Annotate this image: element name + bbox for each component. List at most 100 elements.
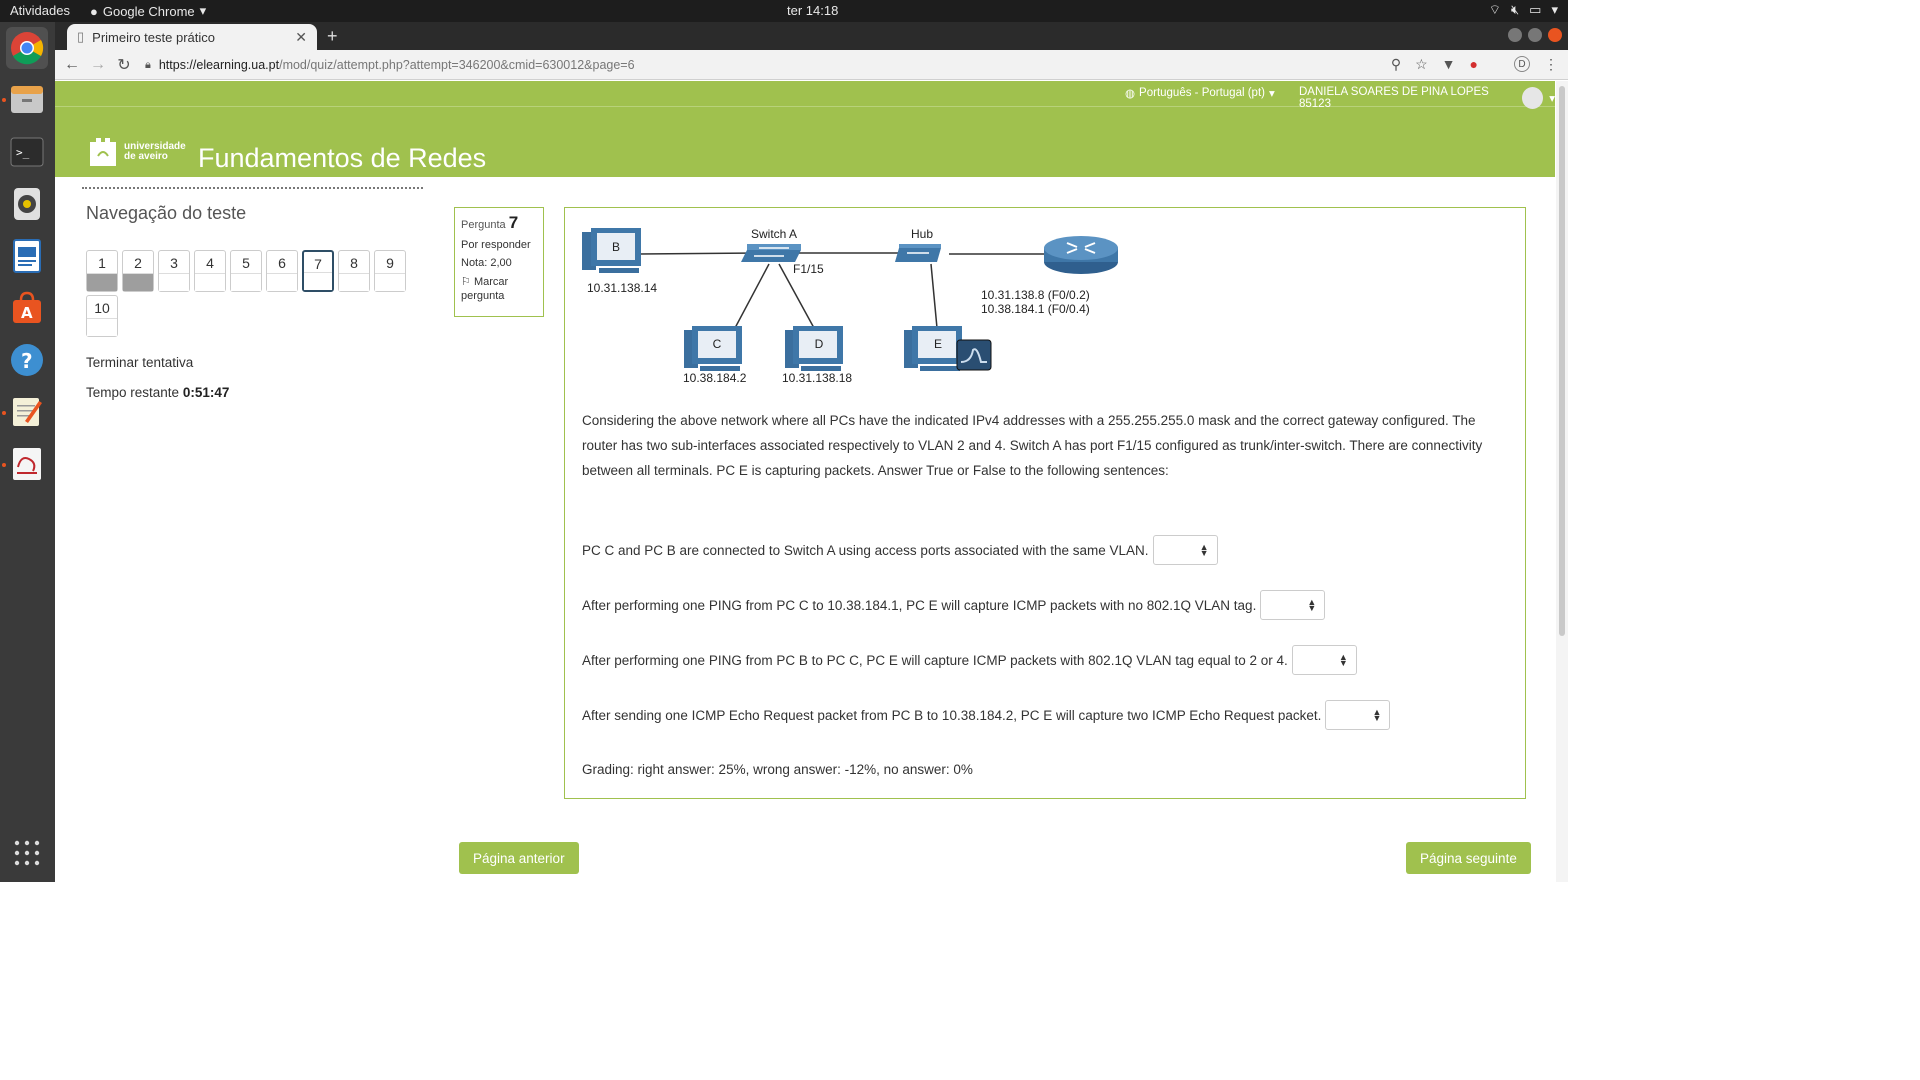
text-editor-icon[interactable] xyxy=(6,391,48,433)
question-button-8[interactable]: 8 xyxy=(338,250,370,292)
question-button-4[interactable]: 4 xyxy=(194,250,226,292)
toolbar-right-icons: ⚲ ☆ ▼ ● D ⋮ xyxy=(1391,56,1558,73)
running-indicator xyxy=(2,411,6,415)
switch-label: Switch A xyxy=(751,227,797,241)
question-button-7[interactable]: 7 xyxy=(302,250,334,292)
page-scrollbar[interactable] xyxy=(1556,81,1568,882)
system-top-bar: Atividades ● Google Chrome ▾ ter 14:18 ⌔… xyxy=(0,0,1568,22)
writer-icon[interactable] xyxy=(6,235,48,277)
volume-muted-icon: 🔇︎ xyxy=(1510,2,1520,17)
star-icon[interactable]: ☆ xyxy=(1415,56,1428,73)
finish-attempt-link[interactable]: Terminar tentativa xyxy=(86,355,193,370)
router-ip-1: 10.31.138.8 (F0/0.2) xyxy=(981,288,1090,302)
pc-b-ip: 10.31.138.14 xyxy=(587,281,657,295)
svg-text:>_: >_ xyxy=(16,146,30,159)
next-page-button[interactable]: Página seguinte xyxy=(1406,842,1531,874)
pc-d-label: D xyxy=(815,337,824,351)
router-ip-2: 10.38.184.1 (F0/0.4) xyxy=(981,302,1090,316)
statement-text: After performing one PING from PC B to P… xyxy=(582,652,1288,668)
statement-4: After sending one ICMP Echo Request pack… xyxy=(582,700,1391,730)
question-content: B 10.31.138.14 Switch A F1/15 Hub 10.31.… xyxy=(564,207,1526,799)
avatar xyxy=(1522,87,1544,109)
router-icon xyxy=(1044,236,1118,274)
launcher-dock: >_ A ? xyxy=(0,22,55,882)
site-header: ◍ Português - Portugal (pt) ▾ DANIELA SO… xyxy=(55,81,1555,177)
menu-kebab-icon[interactable]: ⋮ xyxy=(1544,56,1558,73)
chevron-down-icon: ▾ xyxy=(199,3,207,18)
link-switch-c xyxy=(734,263,770,329)
answer-select-3[interactable]: ▲ ▼ xyxy=(1291,645,1357,675)
evince-icon[interactable] xyxy=(6,443,48,485)
activities-button[interactable]: Atividades xyxy=(10,3,70,18)
answer-select-2[interactable]: ▲ ▼ xyxy=(1260,590,1326,620)
language-selector[interactable]: ◍ Português - Portugal (pt) ▾ xyxy=(1125,86,1275,100)
question-text: Considering the above network where all … xyxy=(582,413,1483,478)
pc-c-label: C xyxy=(713,337,722,351)
flag-question[interactable]: ⚐ Marcar pergunta xyxy=(461,275,537,303)
close-window-button[interactable] xyxy=(1548,28,1562,42)
chrome-icon[interactable] xyxy=(6,27,48,69)
back-button[interactable]: ← xyxy=(59,56,85,74)
lock-icon: 🔒︎ xyxy=(145,58,151,71)
close-tab-icon[interactable]: ✕ xyxy=(295,29,307,46)
scrollbar-thumb[interactable] xyxy=(1559,86,1565,636)
system-tray[interactable]: ⌔ 🔇︎ ▭ ▾ xyxy=(1489,2,1558,18)
question-button-3[interactable]: 3 xyxy=(158,250,190,292)
app-grid-icon[interactable] xyxy=(6,832,48,874)
question-button-5[interactable]: 5 xyxy=(230,250,262,292)
zoom-icon[interactable]: ⚲ xyxy=(1391,56,1401,73)
logo-text: universidade de aveiro xyxy=(124,141,186,162)
statement-1: PC C and PC B are connected to Switch A … xyxy=(582,535,1218,565)
forward-button[interactable]: → xyxy=(85,56,111,74)
time-remaining-value: 0:51:47 xyxy=(182,385,230,400)
site-title[interactable]: Fundamentos de Redes xyxy=(198,143,486,174)
url-path: /mod/quiz/attempt.php?attempt=346200&cmi… xyxy=(279,58,635,72)
rhythmbox-icon[interactable] xyxy=(6,183,48,225)
reload-button[interactable]: ↻ xyxy=(111,55,137,75)
app-menu[interactable]: ● Google Chrome ▾ xyxy=(90,3,206,19)
grading-info: Grading: right answer: 25%, wrong answer… xyxy=(582,762,973,777)
select-arrows-icon: ▲ ▼ xyxy=(1307,597,1317,613)
question-button-2[interactable]: 2 xyxy=(122,250,154,292)
link-hub-e xyxy=(930,263,938,329)
statement-text: PC C and PC B are connected to Switch A … xyxy=(582,542,1149,558)
question-button-9[interactable]: 9 xyxy=(374,250,406,292)
browser-tab[interactable]: ▯ Primeiro teste prático ✕ xyxy=(67,24,317,50)
browser-toolbar: ← → ↻ 🔒︎ https://elearning.ua.pt/mod/qui… xyxy=(55,50,1568,80)
address-bar[interactable]: 🔒︎ https://elearning.ua.pt/mod/quiz/atte… xyxy=(145,53,1485,77)
wifi-icon: ⌔ xyxy=(1488,2,1501,17)
svg-text:?: ? xyxy=(21,349,33,373)
wireshark-capture-icon xyxy=(956,339,992,371)
new-tab-button[interactable]: + xyxy=(327,26,338,47)
extension-red-icon[interactable]: ● xyxy=(1470,56,1478,73)
page-icon: ▯ xyxy=(77,29,85,44)
answer-select-4[interactable]: ▲ ▼ xyxy=(1325,700,1391,730)
help-icon[interactable]: ? xyxy=(6,339,48,381)
pc-b-label: B xyxy=(612,240,620,254)
minimize-button[interactable] xyxy=(1508,28,1522,42)
caret-down-icon: ▾ xyxy=(1268,88,1275,100)
software-center-icon[interactable]: A xyxy=(6,287,48,329)
terminal-icon[interactable]: >_ xyxy=(6,131,48,173)
user-name: DANIELA SOARES DE PINA LOPES 85123 xyxy=(1299,86,1489,110)
divider xyxy=(82,187,423,189)
question-button-6[interactable]: 6 xyxy=(266,250,298,292)
switch-icon xyxy=(741,244,801,262)
answer-select-1[interactable]: ▲ ▼ xyxy=(1152,535,1218,565)
university-logo[interactable]: universidade de aveiro xyxy=(88,136,186,168)
web-page: ◍ Português - Portugal (pt) ▾ DANIELA SO… xyxy=(55,81,1568,882)
question-button-10[interactable]: 10 xyxy=(86,295,118,337)
pc-c-ip: 10.38.184.2 xyxy=(683,371,747,385)
hub-icon xyxy=(895,244,941,262)
select-arrows-icon: ▲ ▼ xyxy=(1338,652,1348,668)
profile-avatar[interactable]: D xyxy=(1514,56,1530,72)
previous-page-button[interactable]: Página anterior xyxy=(459,842,579,874)
extension-icon[interactable]: ▼ xyxy=(1442,56,1456,73)
files-icon[interactable] xyxy=(6,79,48,121)
time-remaining-label: Tempo restante xyxy=(86,385,180,400)
clock[interactable]: ter 14:18 xyxy=(787,3,838,18)
select-arrows-icon: ▲ ▼ xyxy=(1199,542,1209,558)
question-button-1[interactable]: 1 xyxy=(86,250,118,292)
maximize-button[interactable] xyxy=(1528,28,1542,42)
user-menu[interactable]: DANIELA SOARES DE PINA LOPES 85123 ▾ xyxy=(1299,86,1555,110)
